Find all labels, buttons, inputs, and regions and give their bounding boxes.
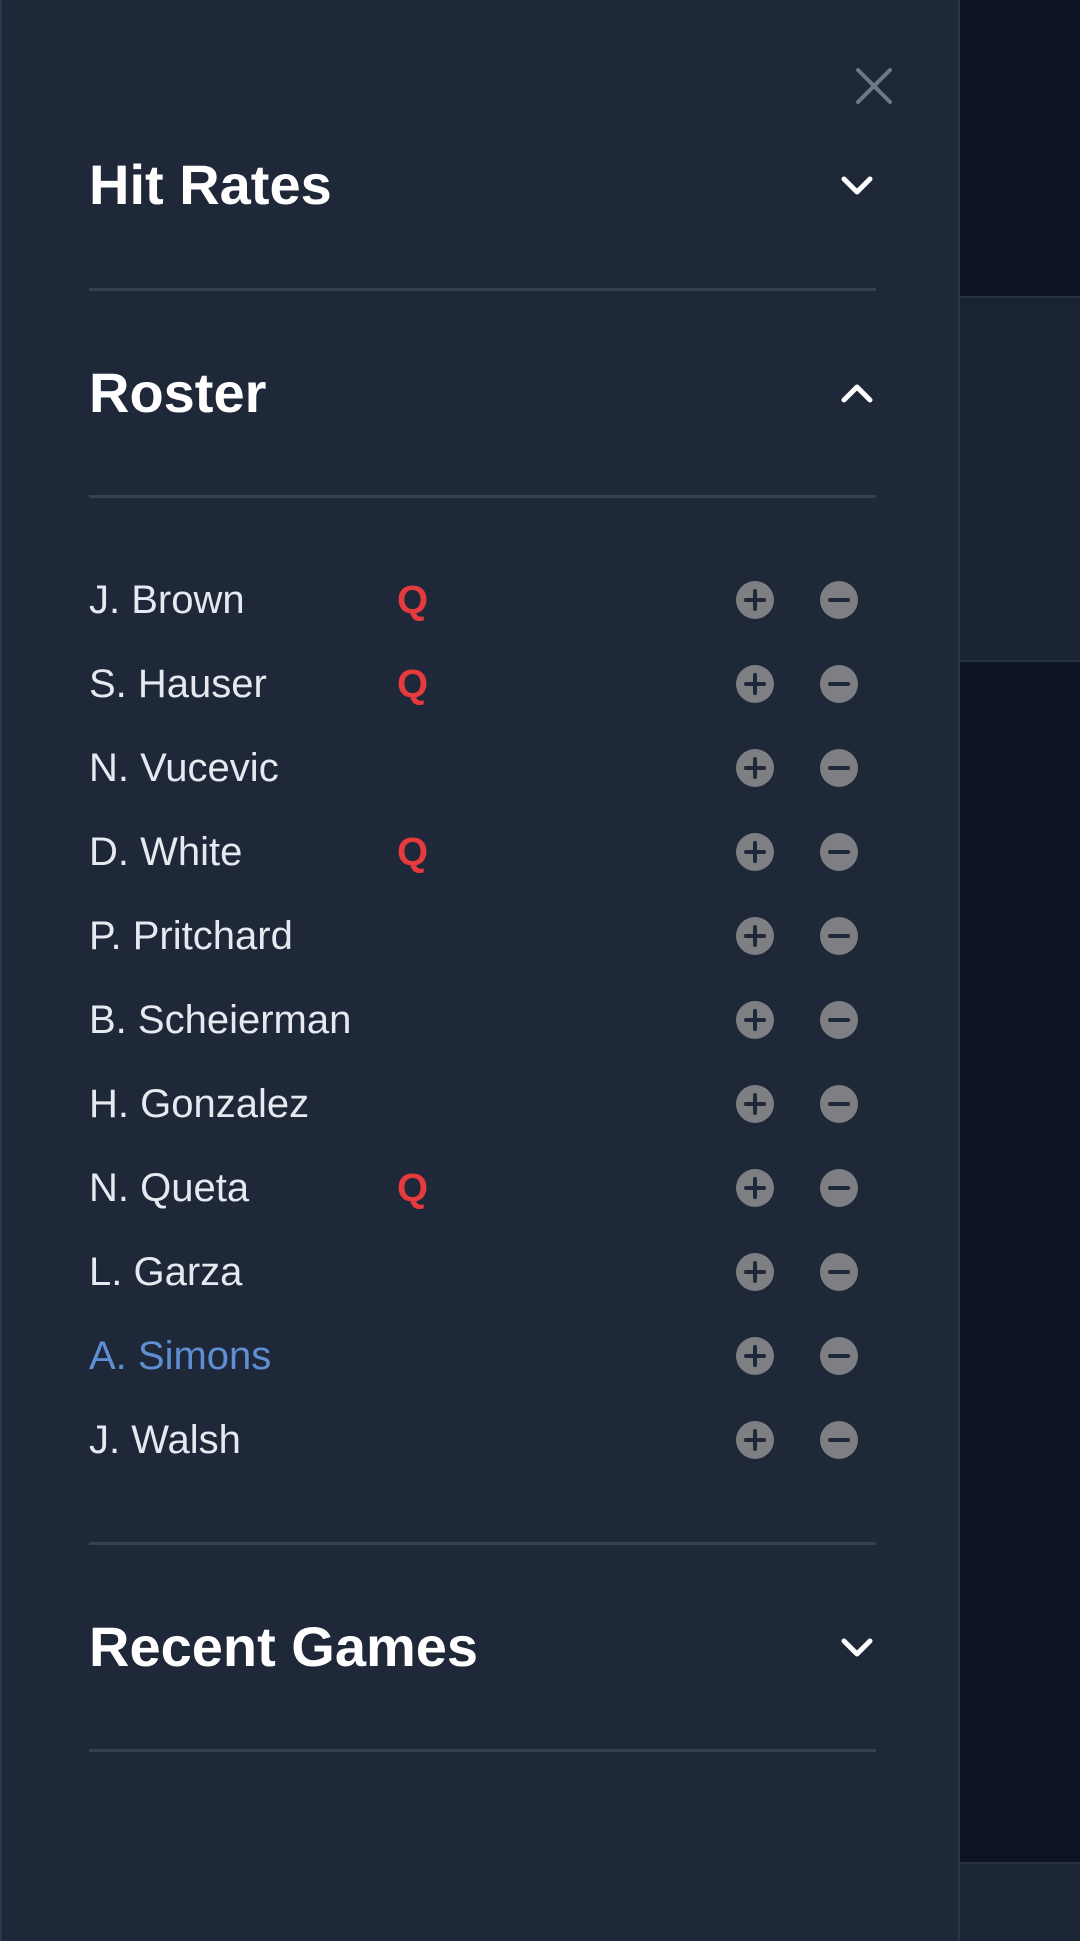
- plus-circle-icon[interactable]: [735, 1084, 775, 1124]
- injury-status-badge: Q: [397, 830, 429, 874]
- divider: [89, 1749, 876, 1752]
- background-panel: [958, 0, 1080, 298]
- minus-circle-icon[interactable]: [819, 1084, 859, 1124]
- roster-row: D. White Q: [89, 810, 876, 894]
- background-panel: [958, 662, 1080, 1864]
- plus-circle-icon[interactable]: [735, 832, 775, 872]
- filter-drawer: Hit Rates Roster J. Brown Q S. Hauser Q N. V…: [0, 0, 958, 1941]
- roster-row: J. Walsh: [89, 1398, 876, 1482]
- chevron-down-icon[interactable]: [838, 1629, 876, 1665]
- roster-row: N. Vucevic: [89, 726, 876, 810]
- plus-circle-icon[interactable]: [735, 916, 775, 956]
- minus-circle-icon[interactable]: [819, 1000, 859, 1040]
- minus-circle-icon[interactable]: [819, 1252, 859, 1292]
- minus-circle-icon[interactable]: [819, 832, 859, 872]
- player-name[interactable]: P. Pritchard: [89, 894, 293, 978]
- player-name[interactable]: B. Scheierman: [89, 978, 351, 1062]
- player-name[interactable]: D. White: [89, 810, 242, 894]
- minus-circle-icon[interactable]: [819, 748, 859, 788]
- plus-circle-icon[interactable]: [735, 580, 775, 620]
- section-title-roster: Roster: [89, 361, 267, 424]
- plus-circle-icon[interactable]: [735, 1168, 775, 1208]
- roster-row: P. Pritchard: [89, 894, 876, 978]
- divider: [89, 1542, 876, 1545]
- section-title-hit-rates: Hit Rates: [89, 153, 332, 216]
- divider: [89, 288, 876, 291]
- roster-list: J. Brown Q S. Hauser Q N. Vucevic D. White Q P.…: [89, 558, 876, 1482]
- player-name[interactable]: S. Hauser: [89, 642, 267, 726]
- roster-row: S. Hauser Q: [89, 642, 876, 726]
- section-header-recent-games[interactable]: Recent Games: [89, 1602, 876, 1692]
- player-name[interactable]: N. Queta: [89, 1146, 249, 1230]
- minus-circle-icon[interactable]: [819, 1168, 859, 1208]
- minus-circle-icon[interactable]: [819, 1336, 859, 1376]
- roster-row: N. Queta Q: [89, 1146, 876, 1230]
- chevron-up-icon[interactable]: [838, 375, 876, 411]
- player-name[interactable]: L. Garza: [89, 1230, 242, 1314]
- background-panel: [958, 1864, 1080, 1941]
- plus-circle-icon[interactable]: [735, 1336, 775, 1376]
- injury-status-badge: Q: [397, 578, 429, 622]
- background-panel-expanded: [958, 298, 1080, 662]
- minus-circle-icon[interactable]: [819, 664, 859, 704]
- roster-row: H. Gonzalez: [89, 1062, 876, 1146]
- player-name[interactable]: J. Walsh: [89, 1398, 241, 1482]
- roster-row: A. Simons: [89, 1314, 876, 1398]
- divider: [89, 495, 876, 498]
- page: Hit Rates Roster J. Brown Q S. Hauser Q N. V…: [0, 0, 1080, 1941]
- minus-circle-icon[interactable]: [819, 1420, 859, 1460]
- roster-row: J. Brown Q: [89, 558, 876, 642]
- section-title-recent-games: Recent Games: [89, 1615, 479, 1678]
- player-name[interactable]: N. Vucevic: [89, 726, 279, 810]
- plus-circle-icon[interactable]: [735, 1420, 775, 1460]
- section-header-roster[interactable]: Roster: [89, 348, 876, 438]
- roster-row: L. Garza: [89, 1230, 876, 1314]
- plus-circle-icon[interactable]: [735, 664, 775, 704]
- minus-circle-icon[interactable]: [819, 580, 859, 620]
- plus-circle-icon[interactable]: [735, 1000, 775, 1040]
- plus-circle-icon[interactable]: [735, 1252, 775, 1292]
- player-name[interactable]: H. Gonzalez: [89, 1062, 309, 1146]
- injury-status-badge: Q: [397, 662, 429, 706]
- section-header-hit-rates[interactable]: Hit Rates: [89, 140, 876, 230]
- plus-circle-icon[interactable]: [735, 748, 775, 788]
- injury-status-badge: Q: [397, 1166, 429, 1210]
- player-name[interactable]: J. Brown: [89, 558, 245, 642]
- minus-circle-icon[interactable]: [819, 916, 859, 956]
- roster-row: B. Scheierman: [89, 978, 876, 1062]
- close-icon[interactable]: [850, 62, 898, 110]
- chevron-down-icon[interactable]: [838, 167, 876, 203]
- player-name[interactable]: A. Simons: [89, 1314, 271, 1398]
